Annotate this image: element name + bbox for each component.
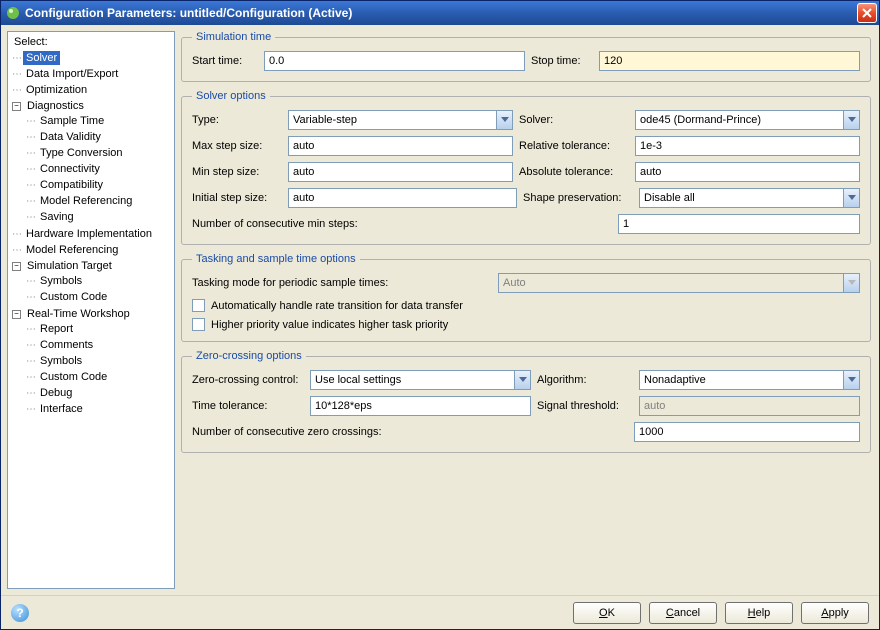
signal-threshold-label: Signal threshold: bbox=[537, 400, 633, 412]
tree-item-connectivity[interactable]: ⋯Connectivity bbox=[26, 162, 103, 176]
auto-rate-transition-checkbox[interactable] bbox=[192, 299, 205, 312]
shape-preservation-select[interactable]: Disable all bbox=[639, 188, 860, 208]
min-step-input[interactable] bbox=[288, 162, 513, 182]
max-step-label: Max step size: bbox=[192, 140, 282, 152]
higher-priority-label: Higher priority value indicates higher t… bbox=[211, 319, 448, 331]
apply-button[interactable]: Apply bbox=[801, 602, 869, 624]
tree-item-model-referencing[interactable]: ⋯Model Referencing bbox=[12, 243, 121, 257]
titlebar: Configuration Parameters: untitled/Confi… bbox=[1, 1, 879, 25]
type-select[interactable]: Variable-step bbox=[288, 110, 513, 130]
tree-title: Select: bbox=[8, 34, 174, 50]
tree-item-custom-code[interactable]: ⋯Custom Code bbox=[26, 290, 110, 304]
tree-item-report[interactable]: ⋯Report bbox=[26, 322, 76, 336]
tree-panel: Select: ⋯Solver ⋯Data Import/Export ⋯Opt… bbox=[7, 31, 175, 589]
tasking-legend: Tasking and sample time options bbox=[192, 253, 360, 265]
abs-tol-input[interactable] bbox=[635, 162, 860, 182]
tree-item-saving[interactable]: ⋯Saving bbox=[26, 210, 77, 224]
rel-tol-input[interactable] bbox=[635, 136, 860, 156]
collapse-toggle[interactable]: − bbox=[12, 262, 21, 271]
start-time-label: Start time: bbox=[192, 55, 258, 67]
auto-rate-transition-label: Automatically handle rate transition for… bbox=[211, 300, 463, 312]
max-step-input[interactable] bbox=[288, 136, 513, 156]
tree-item-comments[interactable]: ⋯Comments bbox=[26, 338, 96, 352]
chevron-down-icon bbox=[496, 111, 512, 129]
type-label: Type: bbox=[192, 114, 282, 126]
footer: ? OK Cancel Help Apply bbox=[1, 595, 879, 629]
tree-item-data-validity[interactable]: ⋯Data Validity bbox=[26, 130, 104, 144]
close-button[interactable] bbox=[857, 3, 877, 23]
solver-options-group: Solver options Type: Variable-step Solve… bbox=[181, 90, 871, 245]
chevron-down-icon bbox=[843, 274, 859, 292]
min-step-label: Min step size: bbox=[192, 166, 282, 178]
config-window: Configuration Parameters: untitled/Confi… bbox=[0, 0, 880, 630]
main-panel: Simulation time Start time: Stop time: S… bbox=[181, 31, 873, 589]
tree-item-model-referencing-sub[interactable]: ⋯Model Referencing bbox=[26, 194, 135, 208]
solver-options-legend: Solver options bbox=[192, 90, 270, 102]
tree-item-simulation-target[interactable]: −Simulation Target bbox=[12, 259, 115, 273]
help-button[interactable]: Help bbox=[725, 602, 793, 624]
tree-item-optimization[interactable]: ⋯Optimization bbox=[12, 83, 90, 97]
tree-item-sample-time[interactable]: ⋯Sample Time bbox=[26, 114, 107, 128]
tasking-mode-label: Tasking mode for periodic sample times: bbox=[192, 277, 492, 289]
collapse-toggle[interactable]: − bbox=[12, 310, 21, 319]
tree-item-hardware-implementation[interactable]: ⋯Hardware Implementation bbox=[12, 227, 155, 241]
tree-item-type-conversion[interactable]: ⋯Type Conversion bbox=[26, 146, 126, 160]
tasking-mode-select[interactable]: Auto bbox=[498, 273, 860, 293]
tree-item-custom-code2[interactable]: ⋯Custom Code bbox=[26, 370, 110, 384]
collapse-toggle[interactable]: − bbox=[12, 102, 21, 111]
tree-item-symbols[interactable]: ⋯Symbols bbox=[26, 274, 85, 288]
zero-crossing-legend: Zero-crossing options bbox=[192, 350, 306, 362]
time-tolerance-label: Time tolerance: bbox=[192, 400, 304, 412]
abs-tol-label: Absolute tolerance: bbox=[519, 166, 629, 178]
algorithm-label: Algorithm: bbox=[537, 374, 633, 386]
solver-label: Solver: bbox=[519, 114, 629, 126]
zero-crossing-group: Zero-crossing options Zero-crossing cont… bbox=[181, 350, 871, 453]
tree-item-diagnostics[interactable]: −Diagnostics bbox=[12, 99, 87, 113]
simulation-time-group: Simulation time Start time: Stop time: bbox=[181, 31, 871, 82]
simulation-time-legend: Simulation time bbox=[192, 31, 275, 43]
init-step-input[interactable] bbox=[288, 188, 517, 208]
tree-item-compatibility[interactable]: ⋯Compatibility bbox=[26, 178, 106, 192]
algorithm-select[interactable]: Nonadaptive bbox=[639, 370, 860, 390]
zc-control-select[interactable]: Use local settings bbox=[310, 370, 531, 390]
init-step-label: Initial step size: bbox=[192, 192, 282, 204]
shape-preservation-label: Shape preservation: bbox=[523, 192, 633, 204]
solver-select[interactable]: ode45 (Dormand-Prince) bbox=[635, 110, 860, 130]
chevron-down-icon bbox=[514, 371, 530, 389]
chevron-down-icon bbox=[843, 111, 859, 129]
time-tolerance-input[interactable] bbox=[310, 396, 531, 416]
signal-threshold-input[interactable] bbox=[639, 396, 860, 416]
tree: ⋯Solver ⋯Data Import/Export ⋯Optimizatio… bbox=[8, 50, 174, 418]
tree-item-symbols2[interactable]: ⋯Symbols bbox=[26, 354, 85, 368]
num-zc-input[interactable] bbox=[634, 422, 860, 442]
stop-time-label: Stop time: bbox=[531, 55, 593, 67]
num-zc-label: Number of consecutive zero crossings: bbox=[192, 426, 628, 438]
window-title: Configuration Parameters: untitled/Confi… bbox=[25, 6, 857, 20]
content-area: Select: ⋯Solver ⋯Data Import/Export ⋯Opt… bbox=[1, 25, 879, 595]
chevron-down-icon bbox=[843, 189, 859, 207]
tree-item-interface[interactable]: ⋯Interface bbox=[26, 402, 86, 416]
num-min-steps-label: Number of consecutive min steps: bbox=[192, 218, 612, 230]
stop-time-input[interactable] bbox=[599, 51, 860, 71]
higher-priority-checkbox[interactable] bbox=[192, 318, 205, 331]
cancel-button[interactable]: Cancel bbox=[649, 602, 717, 624]
tree-item-solver[interactable]: ⋯Solver bbox=[12, 51, 60, 65]
tree-item-data-import-export[interactable]: ⋯Data Import/Export bbox=[12, 67, 121, 81]
start-time-input[interactable] bbox=[264, 51, 525, 71]
app-icon bbox=[5, 5, 21, 21]
chevron-down-icon bbox=[843, 371, 859, 389]
tree-item-real-time-workshop[interactable]: −Real-Time Workshop bbox=[12, 307, 133, 321]
zc-control-label: Zero-crossing control: bbox=[192, 374, 304, 386]
tasking-group: Tasking and sample time options Tasking … bbox=[181, 253, 871, 342]
close-icon bbox=[862, 8, 872, 18]
num-min-steps-input[interactable] bbox=[618, 214, 860, 234]
ok-button[interactable]: OK bbox=[573, 602, 641, 624]
rel-tol-label: Relative tolerance: bbox=[519, 140, 629, 152]
tree-item-debug[interactable]: ⋯Debug bbox=[26, 386, 75, 400]
help-icon[interactable]: ? bbox=[11, 604, 29, 622]
